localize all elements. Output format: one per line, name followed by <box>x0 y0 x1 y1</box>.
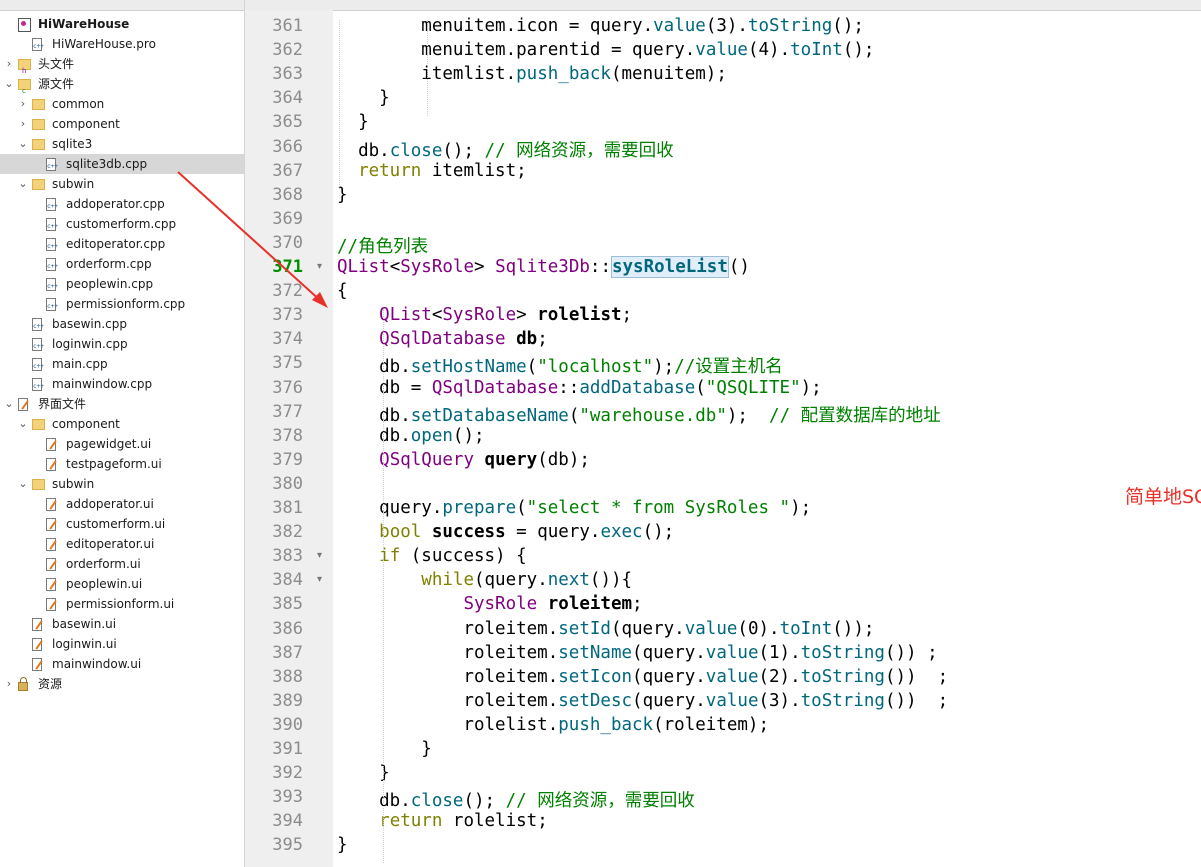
arrow-shaft <box>177 171 323 303</box>
annotation-arrow <box>177 171 328 308</box>
